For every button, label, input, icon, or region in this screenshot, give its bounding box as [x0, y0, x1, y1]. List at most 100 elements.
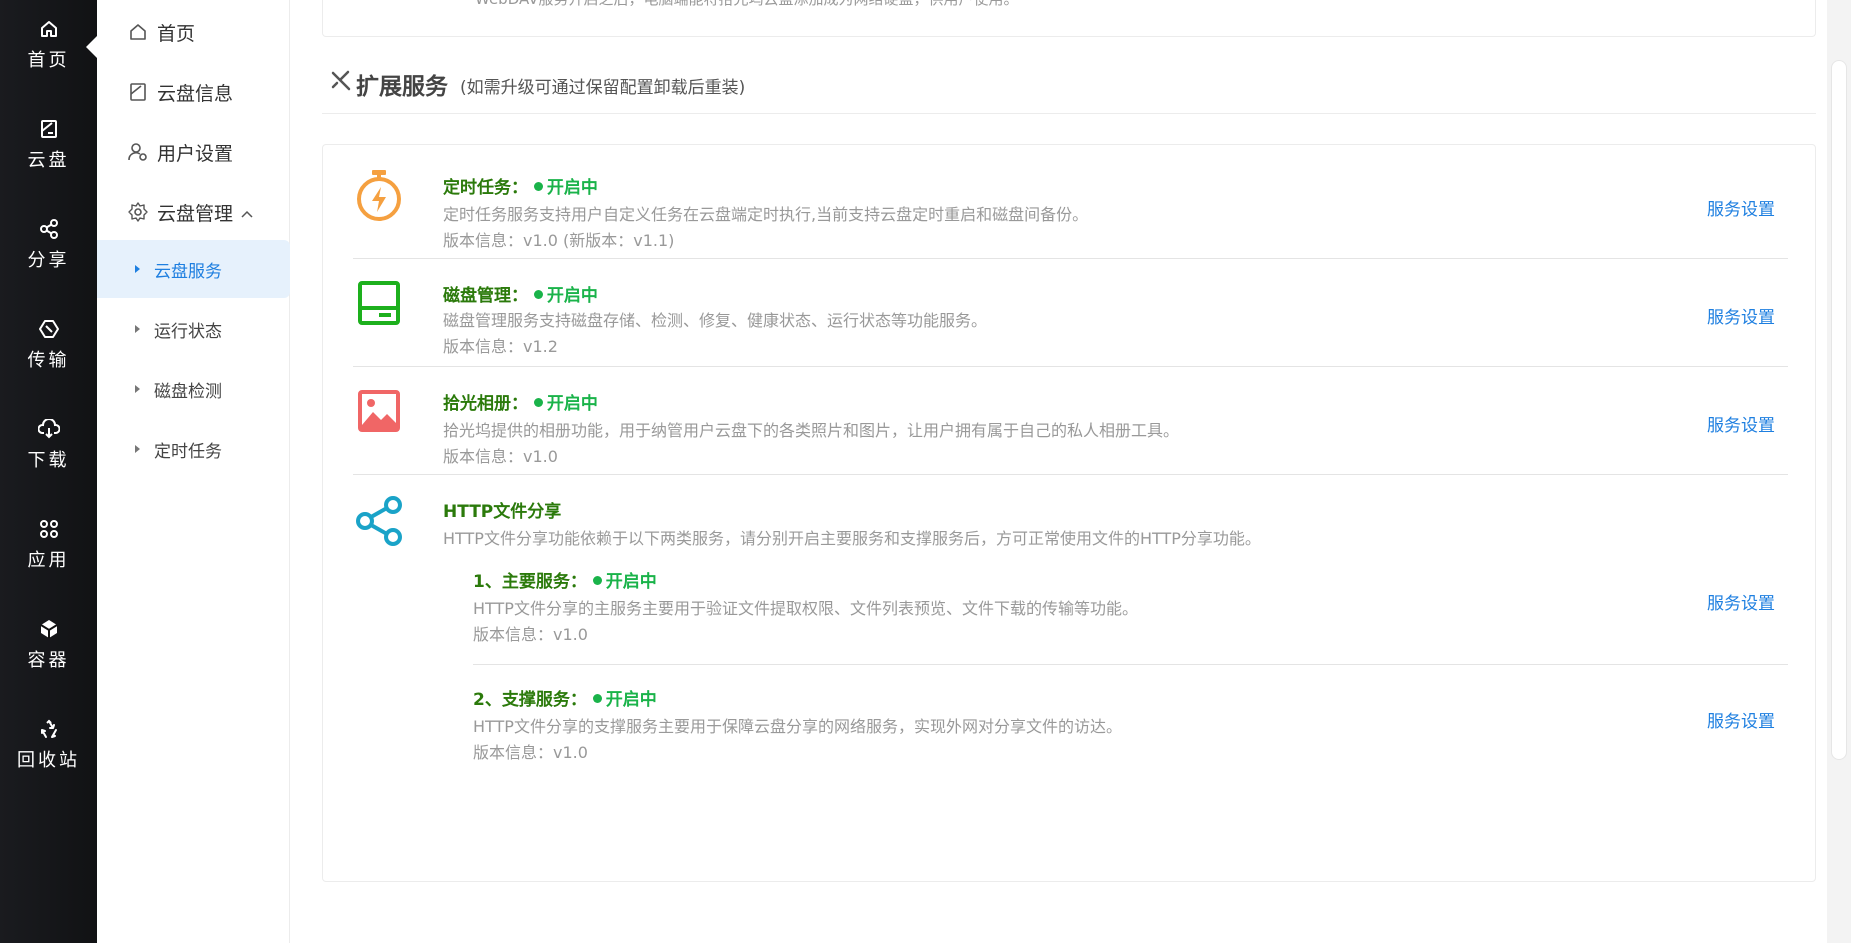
service-row-photo-album: 拾光相册： 开启中 拾光坞提供的相册功能，用于纳管用户云盘下的各类照片和图片，让… [353, 367, 1788, 475]
service-version: 版本信息：v1.0 [473, 743, 588, 762]
user-settings-icon [127, 141, 149, 163]
subnav-item-scheduled-tasks[interactable]: 定时任务 [97, 420, 290, 478]
container-icon [38, 618, 60, 640]
apps-icon [38, 518, 60, 540]
service-desc: 定时任务服务支持用户自定义任务在云盘端定时执行,当前支持云盘定时重启和磁盘间备份… [443, 205, 1089, 224]
section-header: 扩展服务 (如需升级可通过保留配置卸载后重装) [322, 64, 1816, 114]
subnav-label: 运行状态 [154, 321, 222, 342]
rail-item-download[interactable]: 下载 [0, 400, 97, 480]
status-text: 开启中 [605, 690, 657, 710]
service-settings-link[interactable]: 服务设置 [1707, 707, 1775, 732]
rail-label: 下载 [27, 450, 70, 471]
service-version: 版本信息：v1.2 [443, 337, 558, 356]
webdav-desc: WebDAV服务开启之后，电脑端能将拾光坞云盘添加成为网络硬盘，供用户使用。 [475, 0, 1019, 9]
download-cloud-icon [37, 418, 60, 440]
subnav-item-cloud-services[interactable]: 云盘服务 [97, 240, 290, 298]
photo-album-icon [353, 385, 405, 437]
service-version: 版本信息：v1.0 (新版本：v1.1) [443, 231, 675, 250]
scrollbar-thumb[interactable] [1831, 60, 1847, 760]
rail-item-share[interactable]: 分享 [0, 200, 97, 280]
rail-label: 云盘 [27, 150, 70, 171]
subnav-item-home[interactable]: 首页 [97, 6, 290, 58]
http-share-title: HTTP文件分享 [443, 502, 562, 522]
service-settings-link[interactable]: 服务设置 [1707, 303, 1775, 328]
rail-label: 容器 [27, 650, 70, 671]
rail-label: 传输 [27, 350, 70, 371]
home-icon [127, 21, 149, 43]
subnav-item-user-settings[interactable]: 用户设置 [97, 126, 290, 178]
service-title: 定时任务： 开启中 [443, 173, 598, 198]
service-row-timer: 定时任务： 开启中 定时任务服务支持用户自定义任务在云盘端定时执行,当前支持云盘… [353, 145, 1788, 259]
status-badge: 开启中 [533, 394, 598, 414]
status-badge: 开启中 [533, 178, 598, 198]
status-badge: 开启中 [592, 572, 657, 592]
service-title: 1、主要服务： 开启中 [473, 567, 657, 592]
recycle-icon [38, 718, 60, 740]
subnav-item-disk-manage[interactable]: 云盘管理 [97, 186, 290, 238]
service-title: 拾光相册： 开启中 [443, 389, 598, 414]
subnav-label: 首页 [157, 22, 196, 45]
service-settings-link[interactable]: 服务设置 [1707, 589, 1775, 614]
service-name: 1、主要服务： [473, 572, 587, 592]
subnav-item-run-status[interactable]: 运行状态 [97, 300, 290, 358]
transfer-icon [38, 318, 60, 340]
service-title: 2、支撑服务： 开启中 [473, 685, 657, 710]
disk-icon [38, 118, 60, 140]
timer-icon [353, 169, 405, 221]
bullet-arrow-icon [135, 445, 140, 453]
scrollbar[interactable] [1827, 0, 1851, 943]
rail-label: 分享 [27, 250, 70, 271]
extension-services-card: 定时任务： 开启中 定时任务服务支持用户自定义任务在云盘端定时执行,当前支持云盘… [322, 144, 1816, 882]
main-rail: 首页 云盘 分享 传输 下载 应用 容器 回收站 [0, 0, 97, 943]
subnav-label: 磁盘检测 [154, 381, 222, 402]
subnav-item-disk-check[interactable]: 磁盘检测 [97, 360, 290, 418]
sub-navigation: 首页 云盘信息 用户设置 云盘管理 云盘服务 运行状态 磁盘检测 定时任务 [97, 0, 290, 943]
service-settings-link[interactable]: 服务设置 [1707, 411, 1775, 436]
service-title: 磁盘管理： 开启中 [443, 281, 598, 306]
service-settings-link[interactable]: 服务设置 [1707, 195, 1775, 220]
rail-item-recycle[interactable]: 回收站 [0, 700, 97, 780]
service-desc: HTTP文件分享的主服务主要用于验证文件提取权限、文件列表预览、文件下载的传输等… [473, 599, 1138, 618]
http-share-main-service: 1、主要服务： 开启中 HTTP文件分享的主服务主要用于验证文件提取权限、文件列… [473, 555, 1788, 665]
service-name: 磁盘管理： [443, 286, 528, 306]
rail-label: 首页 [27, 50, 70, 71]
bullet-arrow-icon [135, 265, 140, 273]
rail-item-transfer[interactable]: 传输 [0, 300, 97, 380]
status-badge: 开启中 [533, 286, 598, 306]
service-version: 版本信息：v1.0 [473, 625, 588, 644]
rail-item-disk[interactable]: 云盘 [0, 100, 97, 180]
status-badge: 开启中 [592, 690, 657, 710]
service-desc: HTTP文件分享的支撑服务主要用于保障云盘分享的网络服务，实现外网对分享文件的访… [473, 717, 1122, 736]
rail-item-apps[interactable]: 应用 [0, 500, 97, 580]
service-row-disk-manage: 磁盘管理： 开启中 磁盘管理服务支持磁盘存储、检测、修复、健康状态、运行状态等功… [353, 259, 1788, 367]
subnav-label: 定时任务 [154, 441, 222, 462]
http-share-support-service: 2、支撑服务： 开启中 HTTP文件分享的支撑服务主要用于保障云盘分享的网络服务… [473, 665, 1788, 775]
bullet-arrow-icon [135, 325, 140, 333]
section-title: 扩展服务 [356, 74, 448, 100]
service-row-http-share: HTTP文件分享 HTTP文件分享功能依赖于以下两类服务，请分别开启主要服务和支… [353, 475, 1788, 875]
main-content: WebDAV服务开启之后，电脑端能将拾光坞云盘添加成为网络硬盘，供用户使用。 扩… [290, 0, 1851, 943]
service-version: 版本信息：v1.0 [443, 447, 558, 466]
service-desc: 磁盘管理服务支持磁盘存储、检测、修复、健康状态、运行状态等功能服务。 [443, 311, 988, 330]
rail-item-container[interactable]: 容器 [0, 600, 97, 680]
http-share-desc: HTTP文件分享功能依赖于以下两类服务，请分别开启主要服务和支撑服务后，方可正常… [443, 529, 1261, 548]
disk-icon [127, 81, 149, 103]
service-desc: 拾光坞提供的相册功能，用于纳管用户云盘下的各类照片和图片，让用户拥有属于自己的私… [443, 421, 1180, 440]
share-nodes-icon [353, 495, 405, 547]
subnav-label: 用户设置 [157, 142, 234, 165]
chevron-up-icon [241, 201, 253, 223]
tools-icon [330, 70, 352, 92]
service-name: 2、支撑服务： [473, 690, 587, 710]
rail-item-home[interactable]: 首页 [0, 0, 97, 80]
home-icon [38, 18, 60, 40]
disk-manage-icon [353, 277, 405, 329]
subnav-label: 云盘服务 [154, 261, 222, 282]
status-text: 开启中 [605, 572, 657, 592]
subnav-label: 云盘信息 [157, 82, 234, 105]
gear-icon [127, 201, 149, 223]
rail-label: 回收站 [17, 750, 80, 771]
rail-label: 应用 [27, 550, 70, 571]
subnav-item-disk-info[interactable]: 云盘信息 [97, 66, 290, 118]
section-note: (如需升级可通过保留配置卸载后重装) [460, 78, 746, 98]
webdav-service-card: WebDAV服务开启之后，电脑端能将拾光坞云盘添加成为网络硬盘，供用户使用。 [322, 0, 1816, 37]
